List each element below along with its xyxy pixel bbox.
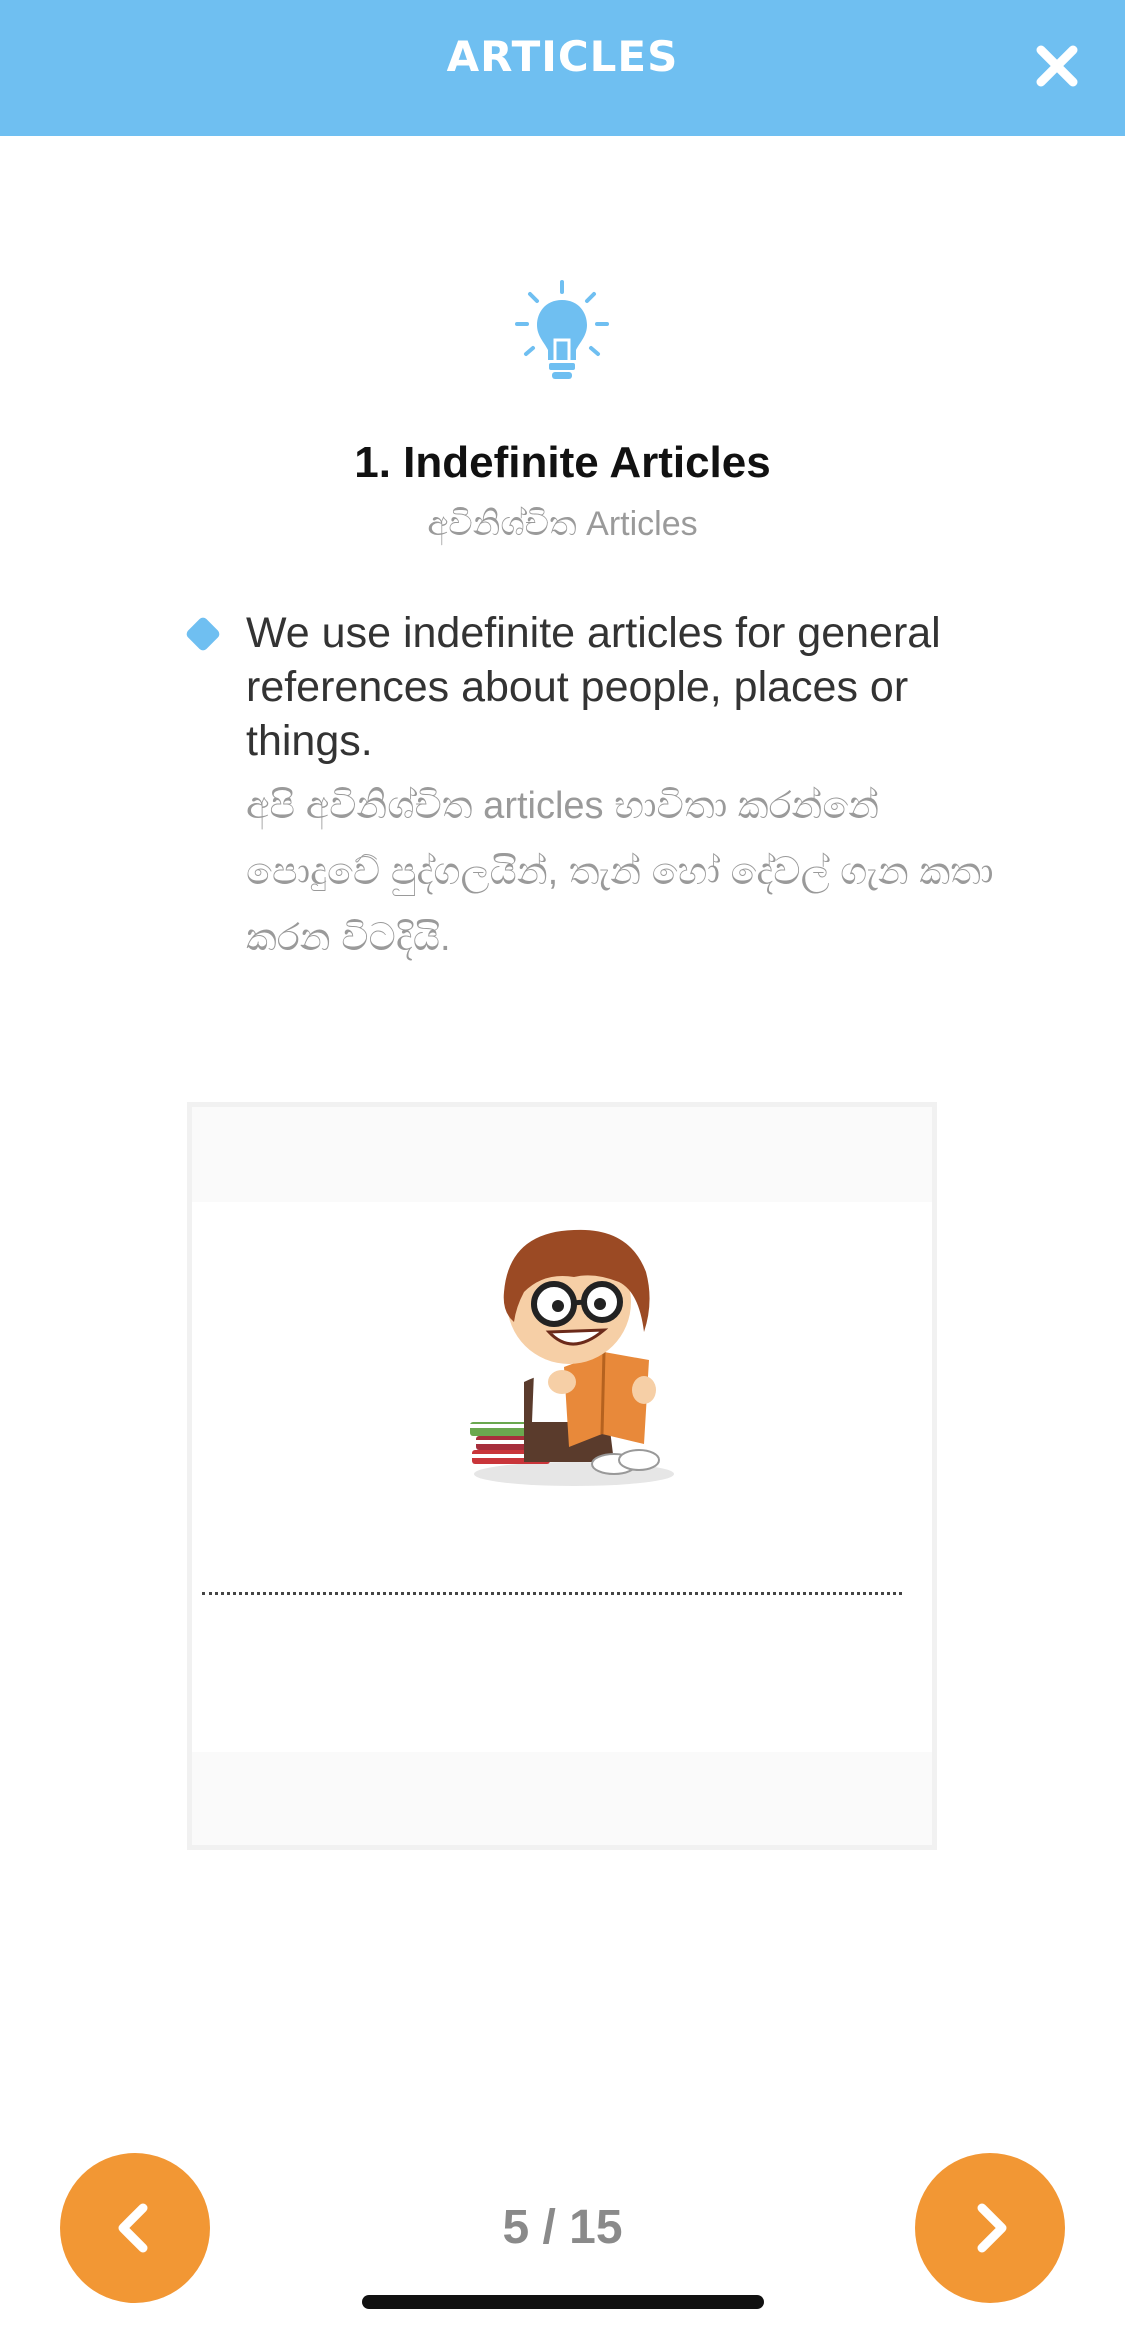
next-button[interactable] bbox=[915, 2153, 1065, 2303]
lightbulb-icon bbox=[515, 280, 609, 379]
home-indicator[interactable] bbox=[362, 2295, 764, 2309]
chevron-right-icon bbox=[977, 2203, 1007, 2253]
bullet-diamond-icon bbox=[184, 615, 222, 653]
bullet-text-sinhala: අපි අවිනිශ්චිත articles භාවිතා කරන්නේ පො… bbox=[246, 785, 994, 959]
boy-reading-book-illustration bbox=[470, 1229, 674, 1486]
page-title: ARTICLES bbox=[446, 32, 679, 81]
lesson-screen: ARTICLES 1. Indefinite Articles අවිනිශ්ච… bbox=[0, 0, 1125, 2332]
illustration-card bbox=[187, 1102, 937, 1850]
section-subtitle: අවිනිශ්චිත Articles bbox=[427, 505, 698, 543]
close-button[interactable] bbox=[1025, 34, 1089, 98]
illustration-area bbox=[192, 1202, 932, 1752]
dotted-divider bbox=[202, 1592, 902, 1595]
header-bar: ARTICLES bbox=[0, 0, 1125, 136]
section-title: 1. Indefinite Articles bbox=[354, 438, 771, 487]
bullet-text-english: We use indefinite articles for general r… bbox=[246, 609, 941, 765]
close-icon bbox=[1036, 45, 1078, 87]
